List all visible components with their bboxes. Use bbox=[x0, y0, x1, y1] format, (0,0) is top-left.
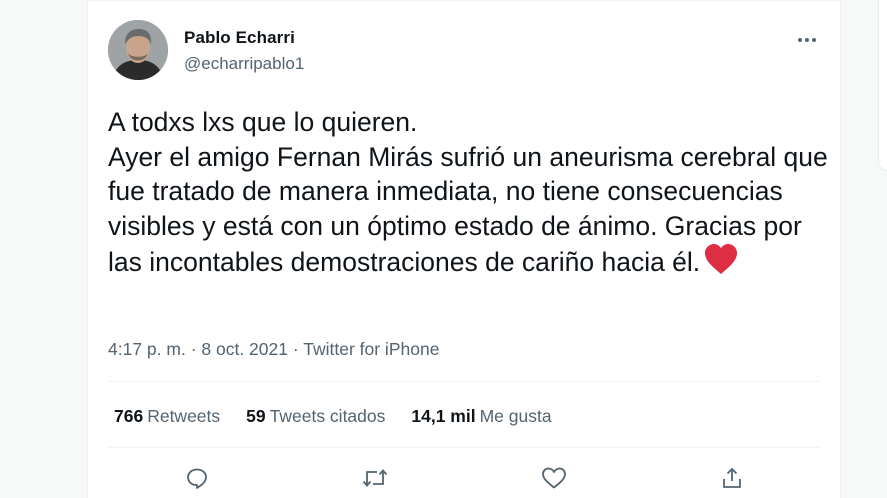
avatar-photo bbox=[108, 20, 168, 80]
divider bbox=[108, 381, 820, 382]
like-button[interactable] bbox=[539, 463, 569, 493]
quotes-count: 59 bbox=[246, 406, 266, 426]
likes-stat[interactable]: 14,1 mil Me gusta bbox=[411, 406, 551, 427]
red-heart-emoji bbox=[704, 243, 738, 284]
reply-icon bbox=[187, 468, 207, 489]
retweet-button[interactable] bbox=[360, 463, 390, 493]
tweet-stats: 766 Retweets 59 Tweets citados 14,1 mil Me … bbox=[114, 406, 552, 427]
avatar[interactable] bbox=[108, 20, 168, 80]
retweet-icon bbox=[362, 469, 388, 487]
action-bar bbox=[88, 463, 840, 493]
tweet-text: A todxs lxs que lo quieren. Ayer el amig… bbox=[108, 105, 828, 284]
more-horizontal-icon bbox=[798, 38, 816, 42]
author-name[interactable]: Pablo Echarri bbox=[184, 28, 295, 48]
divider bbox=[108, 447, 820, 448]
tweet-source[interactable]: Twitter for iPhone bbox=[303, 339, 439, 359]
meta-separator: · bbox=[288, 339, 304, 359]
author-handle[interactable]: @echarripablo1 bbox=[184, 54, 304, 74]
adjacent-panel-edge bbox=[878, 0, 887, 171]
quotes-label: Tweets citados bbox=[269, 406, 386, 426]
retweets-label: Retweets bbox=[147, 406, 221, 426]
share-button[interactable] bbox=[717, 463, 747, 493]
likes-label: Me gusta bbox=[479, 406, 552, 426]
tweet-card: Pablo Echarri @echarripablo1 A todxs lxs… bbox=[87, 0, 841, 498]
meta-separator: · bbox=[185, 339, 202, 359]
tweet-date[interactable]: 8 oct. 2021 bbox=[201, 339, 288, 359]
share-icon bbox=[723, 467, 741, 488]
quotes-stat[interactable]: 59 Tweets citados bbox=[246, 406, 385, 427]
reply-button[interactable] bbox=[182, 463, 212, 493]
likes-count: 14,1 mil bbox=[411, 406, 476, 426]
retweets-stat[interactable]: 766 Retweets bbox=[114, 406, 220, 427]
tweet-meta: 4:17 p. m. · 8 oct. 2021 · Twitter for i… bbox=[108, 339, 439, 360]
more-options-button[interactable] bbox=[794, 29, 820, 51]
tweet-time[interactable]: 4:17 p. m. bbox=[108, 339, 186, 359]
like-icon bbox=[542, 467, 566, 489]
retweets-count: 766 bbox=[114, 406, 144, 426]
